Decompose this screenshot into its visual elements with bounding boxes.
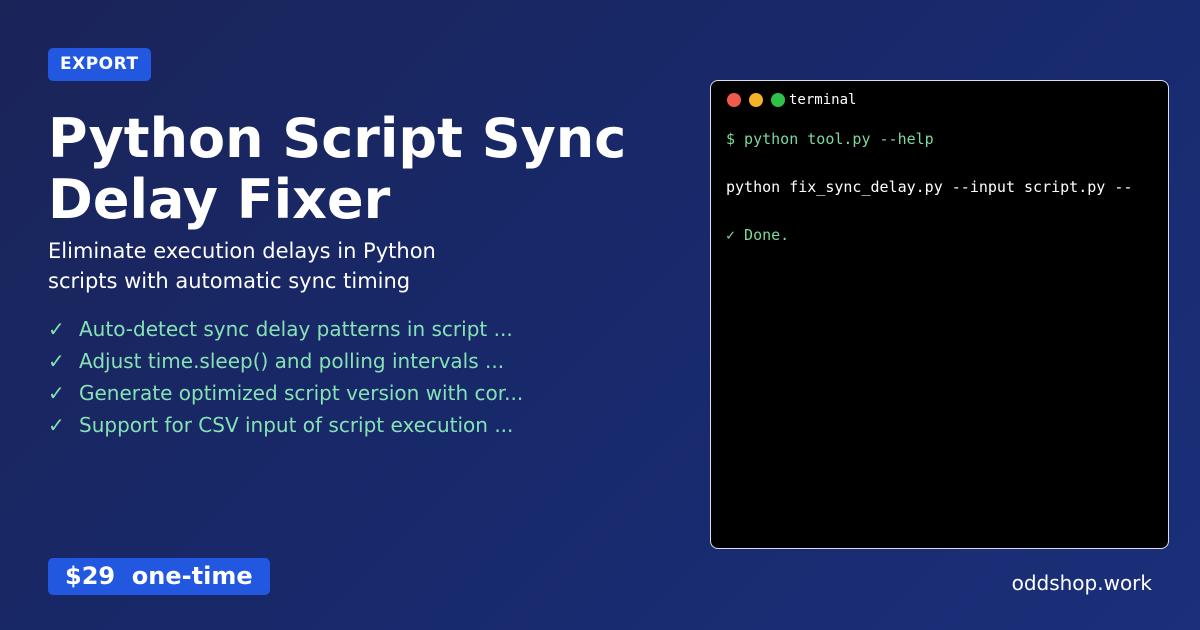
check-icon: ✓ [48,317,65,341]
feature-text: Auto-detect sync delay patterns in scrip… [79,317,513,341]
category-badge: EXPORT [48,48,151,81]
minimize-dot-icon [749,93,763,107]
feature-item: ✓ Adjust time.sleep() and polling interva… [48,345,568,377]
feature-item: ✓ Auto-detect sync delay patterns in scri… [48,313,568,345]
feature-item: ✓ Support for CSV input of script executi… [48,409,568,441]
check-icon: ✓ [48,349,65,373]
terminal-titlebar: terminal [727,92,856,108]
price-badge: $29 one-time [48,558,270,595]
check-icon: ✓ [48,413,65,437]
feature-text: Generate optimized script version with c… [79,381,524,405]
terminal-done: ✓ Done. [726,226,790,244]
terminal-command: $ python tool.py --help [726,130,934,148]
subtitle: Eliminate execution delays in Python scr… [48,239,436,293]
maximize-dot-icon [771,93,785,107]
terminal-output: python fix_sync_delay.py --input script.… [726,178,1133,196]
close-dot-icon [727,93,741,107]
terminal-title: terminal [789,92,857,108]
check-icon: ✓ [48,381,65,405]
feature-text: Adjust time.sleep() and polling interval… [79,349,505,373]
terminal-window: terminal $ python tool.py --help python … [710,80,1169,549]
feature-item: ✓ Generate optimized script version with … [48,377,568,409]
site-domain: oddshop.work [1011,571,1152,595]
page-title: Python Script Sync Delay Fixer [48,107,627,231]
feature-list: ✓ Auto-detect sync delay patterns in scri… [48,313,568,441]
feature-text: Support for CSV input of script executio… [79,413,514,437]
